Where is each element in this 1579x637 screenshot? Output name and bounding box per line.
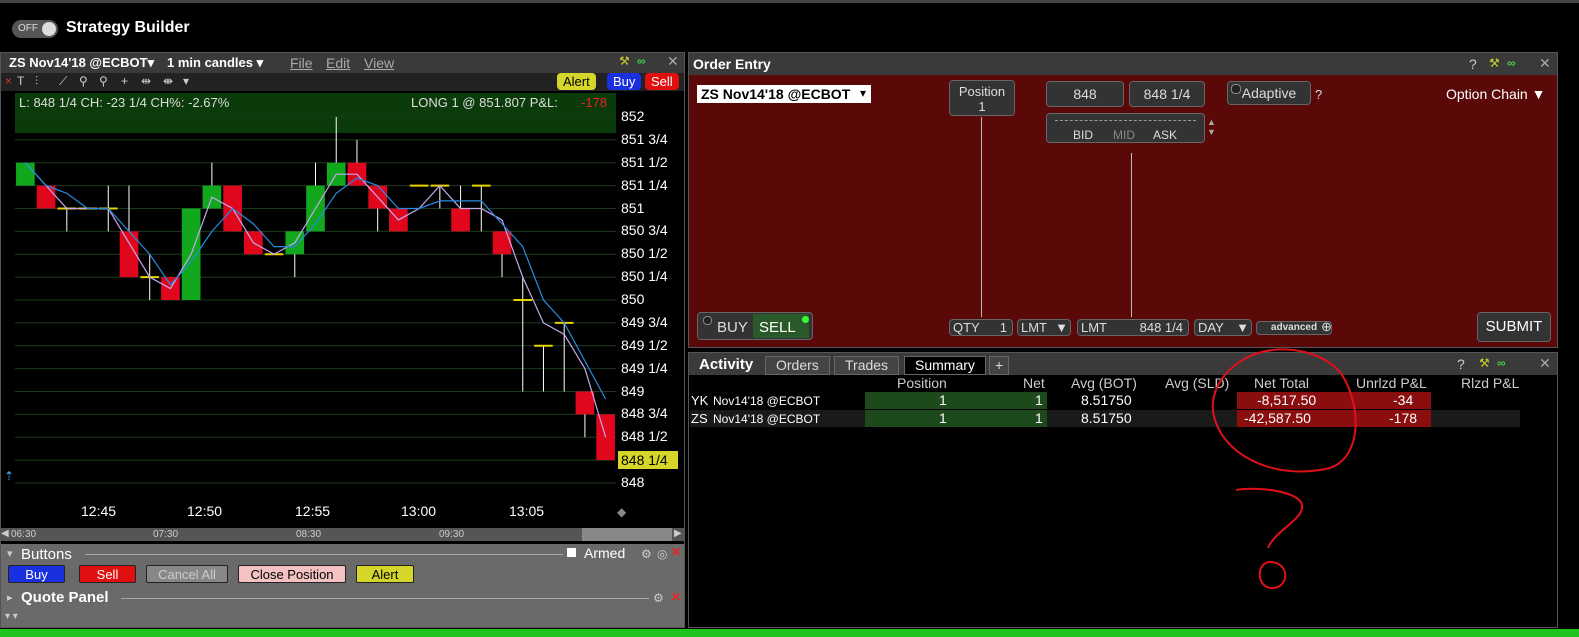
annotation-overlay [1211, 348, 1357, 590]
annotation-question-mark [1235, 487, 1304, 549]
annotation-dot [1258, 561, 1287, 590]
annotation-circle [1211, 348, 1357, 473]
status-strip [0, 629, 1579, 637]
